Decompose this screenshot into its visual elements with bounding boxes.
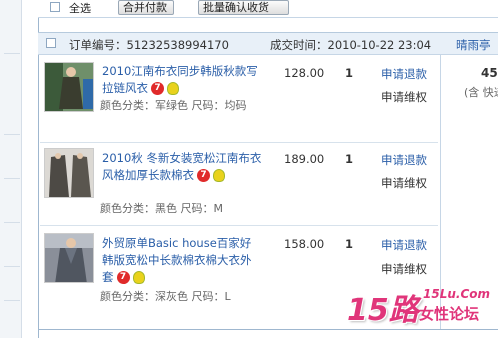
quantity: 1	[345, 237, 354, 251]
forum-watermark: 15路 15Lu.Com 女性论坛	[341, 285, 496, 333]
product-title[interactable]: 2010江南布衣同步韩版秋款写拉链风衣 7	[102, 63, 262, 97]
unit-price: 189.00	[284, 152, 325, 166]
sidebar-divider	[4, 134, 20, 135]
sidebar-divider	[4, 53, 20, 54]
unit-price: 128.00	[284, 66, 325, 80]
batch-confirm-receipt-button[interactable]: 批量确认收货	[198, 0, 289, 15]
request-refund-link[interactable]: 申请退款	[381, 66, 427, 82]
sidebar-divider	[4, 178, 20, 179]
quantity: 1	[345, 152, 354, 166]
product-thumbnail[interactable]	[44, 62, 94, 112]
product-attributes: 颜色分类：深灰色 尺码：L	[100, 290, 231, 303]
product-attributes: 颜色分类：黑色 尺码：M	[100, 202, 223, 215]
request-refund-link[interactable]: 申请退款	[381, 237, 427, 253]
row-divider	[40, 142, 438, 143]
deal-time: 成交时间：2010-10-22 23:04	[270, 38, 432, 52]
unit-price: 158.00	[284, 237, 325, 251]
seller-name[interactable]: 晴雨亭	[456, 37, 491, 53]
order-checkbox[interactable]	[46, 38, 56, 48]
product-title[interactable]: 外贸原单Basic house百家好韩版宽松中长款棉衣棉大衣外套 7	[102, 235, 262, 286]
select-all-label: 全选	[69, 2, 91, 15]
watermark-slogan: 女性论坛	[419, 305, 480, 323]
product-thumbnail[interactable]	[44, 233, 94, 283]
bulk-action-bar: 全选 合并付款 批量确认收货	[38, 0, 498, 18]
request-refund-link[interactable]: 申请退款	[381, 152, 427, 168]
sidebar-divider	[4, 222, 20, 223]
left-sidebar-strip	[0, 0, 22, 338]
promo-7-icon: 7	[116, 271, 130, 284]
merge-pay-button[interactable]: 合并付款	[118, 0, 174, 15]
row-divider	[40, 225, 438, 226]
order-total: 45	[481, 66, 498, 80]
order-number: 订单编号：51232538994170	[69, 38, 229, 52]
request-protection-link[interactable]: 申请维权	[381, 175, 427, 191]
bulb-icon	[132, 271, 145, 284]
product-attributes: 颜色分类：军绿色 尺码：均码	[100, 99, 247, 112]
product-title-text[interactable]: 2010秋 冬新女装宽松江南布衣风格加厚长款棉衣	[102, 151, 261, 182]
product-title-text[interactable]: 2010江南布衣同步韩版秋款写拉链风衣	[102, 64, 258, 95]
product-thumbnail[interactable]	[44, 148, 94, 198]
promo-7-icon: 7	[151, 82, 164, 95]
bulb-icon	[167, 82, 179, 95]
request-protection-link[interactable]: 申请维权	[381, 89, 427, 105]
request-protection-link[interactable]: 申请维权	[381, 261, 427, 277]
bulb-icon	[213, 169, 225, 182]
product-title[interactable]: 2010秋 冬新女装宽松江南布衣风格加厚长款棉衣 7	[102, 150, 262, 184]
watermark-url: 15Lu.Com	[423, 287, 491, 301]
order-header: 订单编号：51232538994170 成交时间：2010-10-22 23:0…	[38, 32, 498, 55]
sidebar-divider	[4, 300, 20, 301]
sidebar-divider	[4, 266, 20, 267]
watermark-brand: 15路	[347, 293, 419, 328]
quantity: 1	[345, 66, 354, 80]
promo-7-icon: 7	[197, 169, 210, 182]
select-all-checkbox[interactable]	[50, 2, 60, 12]
shipping-note: (含 快递	[464, 86, 498, 99]
